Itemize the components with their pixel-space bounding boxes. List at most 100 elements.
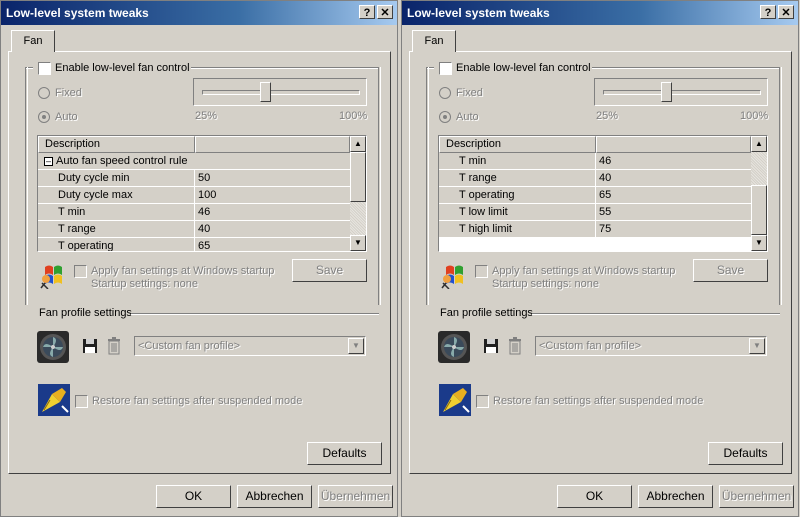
defaults-button[interactable]: Defaults [708,442,783,465]
slider-thumb[interactable] [260,82,271,102]
title-bar[interactable]: Low-level system tweaks ? ✕ [402,1,798,25]
restore-settings-label: Restore fan settings after suspended mod… [92,395,303,407]
apply-button[interactable]: Übernehmen [719,485,794,508]
grid-cell-value[interactable]: 40 [196,221,352,238]
scroll-down-button[interactable]: ▼ [751,235,767,251]
save-button[interactable]: Save [292,259,367,282]
grid-cell-value[interactable]: 65 [196,238,352,251]
grid-row[interactable]: T operating 65 [439,187,751,204]
grid-cell-value[interactable]: 100 [196,187,352,204]
settings-grid[interactable]: Description T min 46 T range 40 T operating 6… [438,135,768,252]
slider-track [202,90,360,95]
group-frame-left [25,67,28,305]
grid-header-value[interactable] [596,136,751,153]
fixed-radio[interactable] [439,87,451,99]
help-button[interactable]: ? [359,5,375,19]
group-divider [191,67,379,69]
fan-profile-combo-value: <Custom fan profile> [138,340,241,352]
grid-vertical-scrollbar[interactable]: ▲ ▼ [350,136,366,251]
restore-settings-label: Restore fan settings after suspended mod… [493,395,704,407]
close-button[interactable]: ✕ [778,5,794,19]
fan-profile-combo[interactable]: <Custom fan profile> ▼ [134,336,366,356]
grid-section-row[interactable]: – Auto fan speed control rule [38,153,350,170]
tab-fan[interactable]: Fan [11,30,55,52]
apply-button[interactable]: Übernehmen [318,485,393,508]
profile-group-label: Fan profile settings [440,307,533,319]
grid-cell-name: T range [38,221,195,238]
grid-header-description[interactable]: Description [439,136,596,153]
profile-group-divider [131,313,379,315]
cancel-button[interactable]: Abbrechen [638,485,713,508]
settings-grid[interactable]: Description – Auto fan speed control rule… [37,135,367,252]
apply-startup-label: Apply fan settings at Windows startup [91,265,275,277]
defaults-button[interactable]: Defaults [307,442,382,465]
grid-cell-value[interactable]: 50 [196,170,352,187]
window-title: Low-level system tweaks [6,6,149,20]
startup-settings-label: Startup settings: none [91,278,199,290]
scroll-thumb[interactable] [751,185,767,235]
fixed-label: Fixed [55,87,82,99]
cancel-button[interactable]: Abbrechen [237,485,312,508]
grid-cell-name: T operating [38,238,195,251]
enable-fan-control-checkbox[interactable] [439,62,452,75]
apply-startup-checkbox[interactable] [475,265,488,278]
restore-settings-checkbox[interactable] [75,395,88,408]
save-button[interactable]: Save [693,259,768,282]
grid-cell-name: Auto fan speed control rule [56,155,188,167]
auto-radio[interactable] [38,111,50,123]
fan-speed-slider[interactable] [193,78,367,106]
grid-header: Description [439,136,751,153]
enable-fan-control-checkbox[interactable] [38,62,51,75]
delete-profile-icon[interactable] [107,337,121,355]
grid-row[interactable]: T range 40 [439,170,751,187]
ok-button[interactable]: OK [156,485,231,508]
chevron-down-icon[interactable]: ▼ [348,338,364,354]
grid-cell-name: Duty cycle max [38,187,195,204]
fan-profile-combo[interactable]: <Custom fan profile> ▼ [535,336,767,356]
fan-speed-slider[interactable] [594,78,768,106]
scroll-up-button[interactable]: ▲ [751,136,767,152]
grid-cell-value[interactable]: 55 [597,204,753,221]
apply-startup-checkbox[interactable] [74,265,87,278]
tab-fan[interactable]: Fan [412,30,456,52]
enable-fan-control-label: Enable low-level fan control [55,62,190,74]
save-profile-icon[interactable] [82,338,98,354]
slider-max-label: 100% [339,110,368,122]
grid-row[interactable]: T min 46 [439,153,751,170]
grid-cell-name: T range [439,170,596,187]
title-bar[interactable]: Low-level system tweaks ? ✕ [1,1,397,25]
slider-thumb[interactable] [661,82,672,102]
profile-group-label: Fan profile settings [39,307,132,319]
grid-row[interactable]: Duty cycle max 100 [38,187,350,204]
grid-vertical-scrollbar[interactable]: ▲ ▼ [751,136,767,251]
slider-min-label: 25% [596,110,619,122]
restore-settings-checkbox[interactable] [476,395,489,408]
close-button[interactable]: ✕ [377,5,393,19]
grid-row[interactable]: T range 40 [38,221,350,238]
ok-button[interactable]: OK [557,485,632,508]
grid-header-value[interactable] [195,136,350,153]
grid-row[interactable]: T high limit 75 [439,221,751,238]
group-frame-left [426,67,429,305]
grid-cell-value[interactable]: 46 [597,153,753,170]
grid-cell-value[interactable]: 40 [597,170,753,187]
grid-cell-value[interactable]: 75 [597,221,753,238]
help-button[interactable]: ? [760,5,776,19]
grid-row[interactable]: T low limit 55 [439,204,751,221]
grid-cell-name: Duty cycle min [38,170,195,187]
auto-label: Auto [456,111,479,123]
save-profile-icon[interactable] [483,338,499,354]
grid-cell-value[interactable]: 65 [597,187,753,204]
grid-cell-value[interactable]: 46 [196,204,352,221]
grid-row[interactable]: T operating 65 [38,238,352,251]
scroll-up-button[interactable]: ▲ [350,136,366,152]
scroll-down-button[interactable]: ▼ [350,235,366,251]
auto-radio[interactable] [439,111,451,123]
grid-row[interactable]: Duty cycle min 50 [38,170,350,187]
grid-header-description[interactable]: Description [38,136,195,153]
chevron-down-icon[interactable]: ▼ [749,338,765,354]
delete-profile-icon[interactable] [508,337,522,355]
fixed-radio[interactable] [38,87,50,99]
grid-row[interactable]: T min 46 [38,204,350,221]
scroll-thumb[interactable] [350,152,366,202]
